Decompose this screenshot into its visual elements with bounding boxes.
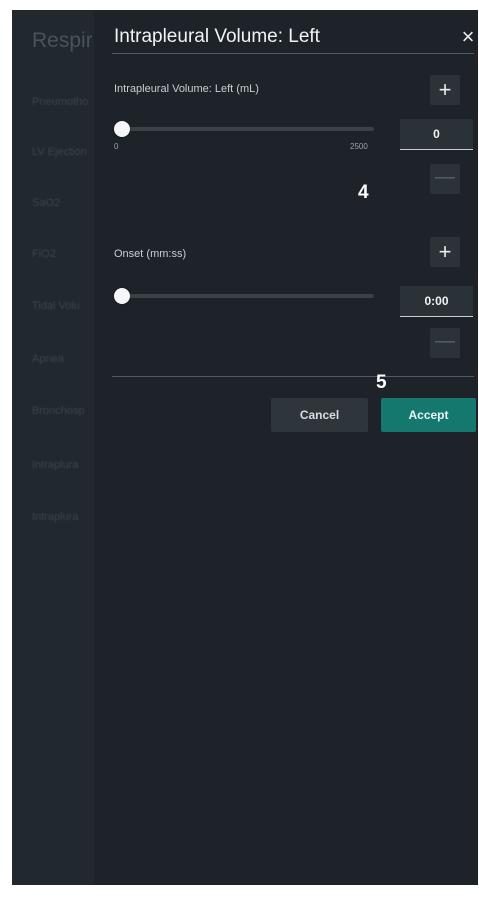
background-item[interactable]: LV Ejection: [32, 146, 92, 158]
background-item[interactable]: Tidal Volu: [32, 300, 92, 312]
cancel-button[interactable]: Cancel: [271, 398, 368, 432]
title-divider: [112, 53, 474, 54]
footer-divider: [112, 376, 474, 377]
onset-label: Onset (mm:ss): [114, 248, 187, 260]
onset-slider-track[interactable]: [120, 294, 374, 298]
background-item[interactable]: FiO2: [32, 248, 92, 260]
close-icon[interactable]: ×: [456, 25, 479, 49]
annotation-marker-5: 5: [376, 372, 387, 393]
background-item[interactable]: Pneumotho: [32, 96, 92, 108]
background-panel: Respira Pneumotho LV Ejection SaO2 FiO2 …: [12, 10, 94, 885]
onset-slider-thumb[interactable]: [114, 288, 130, 304]
intrapleural-volume-dialog: Intrapleural Volume: Left × Intrapleural…: [94, 10, 478, 885]
background-item[interactable]: Intraplura: [32, 511, 92, 523]
volume-slider-track[interactable]: [120, 127, 374, 131]
volume-label: Intrapleural Volume: Left (mL): [114, 83, 259, 95]
accept-button[interactable]: Accept: [381, 398, 476, 432]
background-panel-title: Respira: [32, 29, 92, 52]
onset-increment-button[interactable]: +: [430, 237, 460, 267]
background-item[interactable]: Apnea: [32, 353, 92, 365]
volume-value-input[interactable]: 0: [400, 119, 473, 150]
volume-increment-button[interactable]: +: [430, 75, 460, 105]
annotation-marker-4: 4: [358, 182, 369, 203]
volume-slider-max-label: 2500: [350, 142, 368, 151]
onset-value-input[interactable]: 0:00: [400, 286, 473, 317]
background-item[interactable]: Intraplura: [32, 459, 92, 471]
volume-slider-min-label: 0: [114, 142, 119, 151]
volume-decrement-button[interactable]: —: [430, 164, 460, 194]
onset-decrement-button[interactable]: —: [430, 328, 460, 358]
app-window: Respira Pneumotho LV Ejection SaO2 FiO2 …: [12, 10, 478, 885]
background-item[interactable]: SaO2: [32, 197, 92, 209]
background-item[interactable]: Bronchosp: [32, 405, 92, 417]
volume-slider-thumb[interactable]: [114, 121, 130, 137]
dialog-title: Intrapleural Volume: Left: [114, 26, 320, 47]
